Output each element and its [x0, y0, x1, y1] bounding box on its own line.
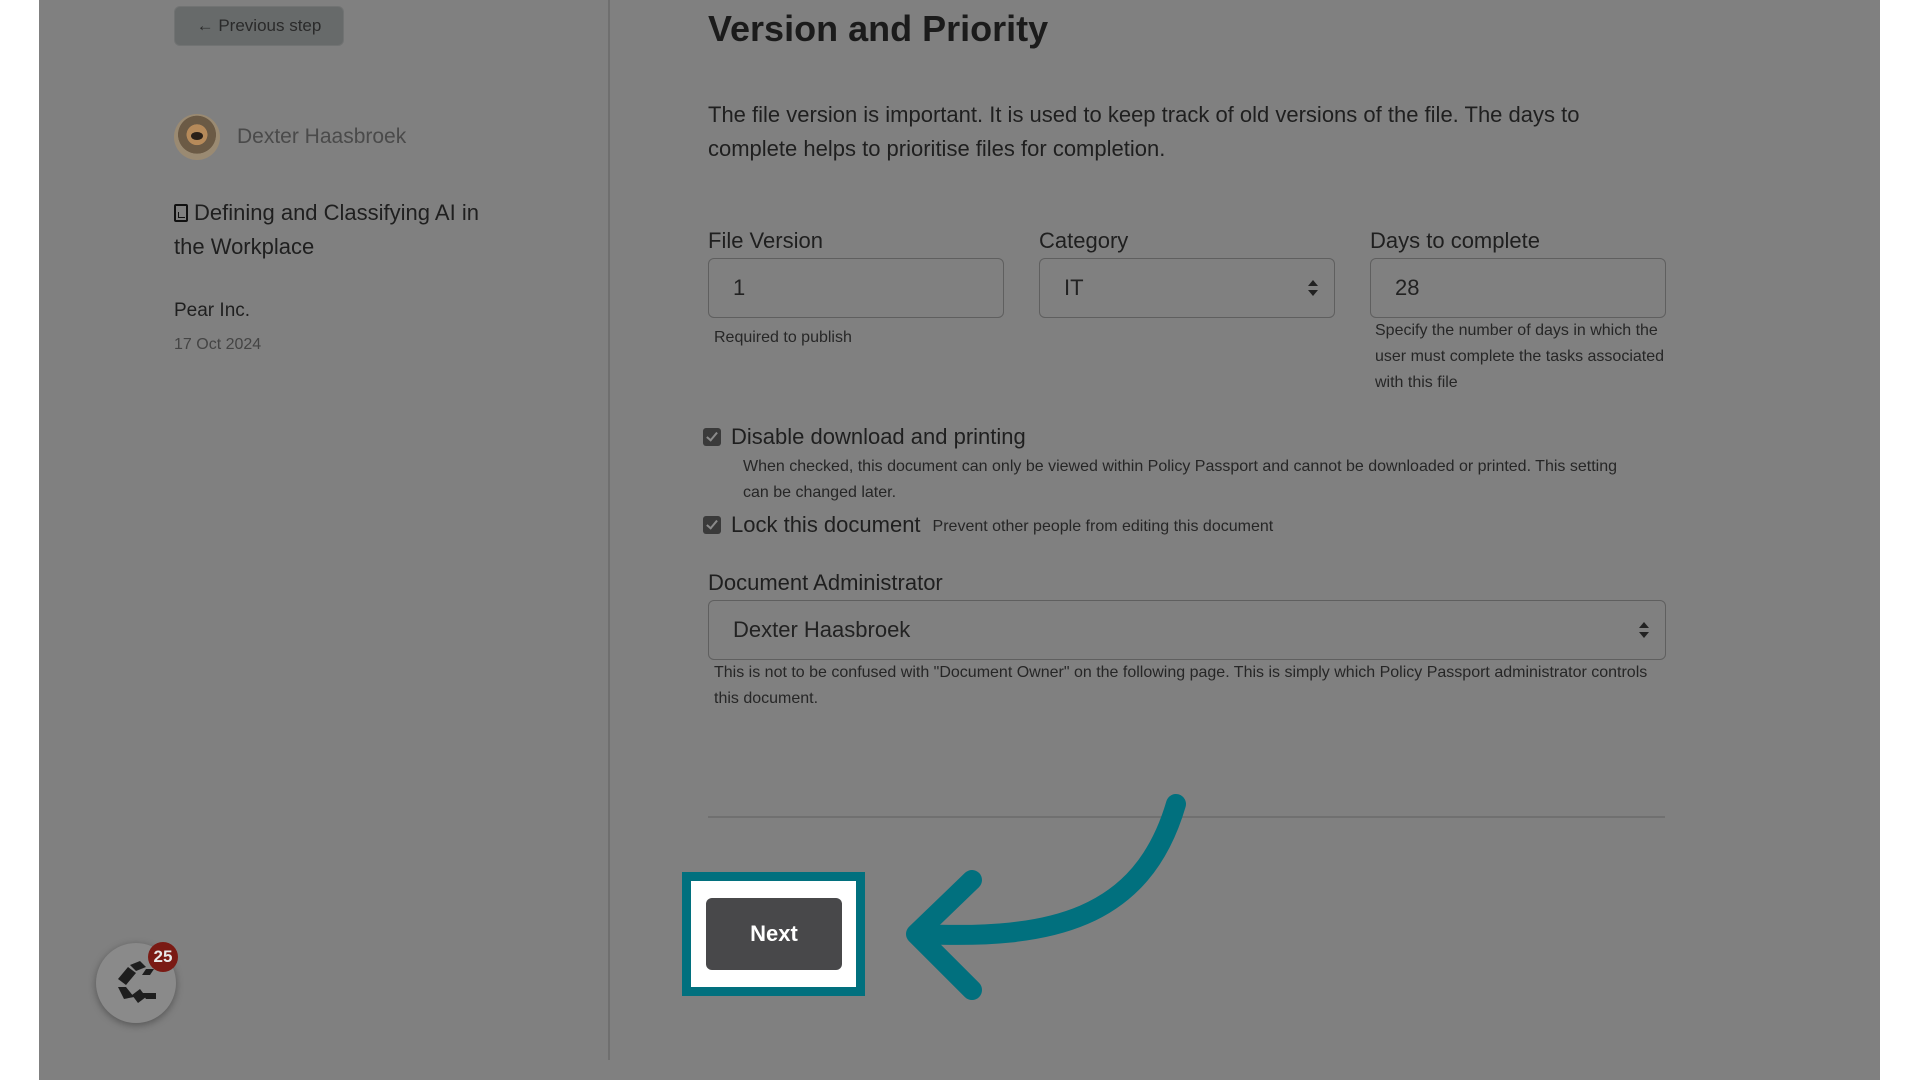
select-arrows-icon	[1639, 622, 1649, 638]
page-title: Version and Priority	[708, 8, 1049, 49]
next-button[interactable]: Next	[706, 898, 842, 970]
document-administrator-select[interactable]: Dexter Haasbroek	[708, 600, 1666, 660]
days-to-complete-label: Days to complete	[1370, 228, 1540, 253]
disable-download-help: When checked, this document can only be …	[743, 458, 1617, 501]
document-title: Defining and Classifying AI in the Workp…	[174, 196, 494, 264]
document-title-text: Defining and Classifying AI in the Workp…	[174, 200, 479, 259]
disable-download-row: Disable download and printing	[703, 424, 1026, 450]
disable-download-checkbox[interactable]	[703, 428, 721, 446]
notification-badge: 25	[148, 942, 178, 972]
lock-document-label: Lock this document	[731, 512, 921, 537]
days-to-complete-input[interactable]: 28	[1370, 258, 1666, 318]
disable-download-label: Disable download and printing	[731, 424, 1026, 449]
lock-document-help: Prevent other people from editing this d…	[932, 518, 1274, 535]
avatar	[174, 114, 220, 160]
select-arrows-icon	[1308, 280, 1318, 296]
curved-arrow-left-icon	[906, 794, 1186, 1000]
document-administrator-label: Document Administrator	[708, 570, 943, 595]
category-select[interactable]: IT	[1039, 258, 1335, 318]
author-name: Dexter Haasbroek	[237, 125, 407, 148]
file-version-value: 1	[733, 275, 746, 300]
lock-document-row: Lock this document Prevent other people …	[703, 512, 1273, 538]
category-label: Category	[1039, 228, 1129, 253]
document-administrator-help: This is not to be confused with "Documen…	[714, 664, 1648, 707]
document-administrator-value: Dexter Haasbroek	[733, 617, 911, 642]
previous-step-button[interactable]: ← Previous step	[174, 6, 344, 46]
intro-text: The file version is important. It is use…	[708, 102, 1580, 161]
file-version-label: File Version	[708, 228, 823, 253]
days-to-complete-value: 28	[1395, 275, 1420, 300]
file-version-help: Required to publish	[714, 329, 852, 346]
pdf-file-icon	[174, 204, 188, 222]
document-date: 17 Oct 2024	[174, 336, 262, 353]
sidebar-divider	[608, 0, 610, 1060]
author: Dexter Haasbroek	[174, 114, 406, 160]
days-to-complete-help: Specify the number of days in which the …	[1375, 322, 1665, 391]
file-version-input[interactable]: 1	[708, 258, 1004, 318]
lock-document-checkbox[interactable]	[703, 516, 721, 534]
organization-name: Pear Inc.	[174, 300, 251, 321]
category-value: IT	[1064, 275, 1084, 300]
